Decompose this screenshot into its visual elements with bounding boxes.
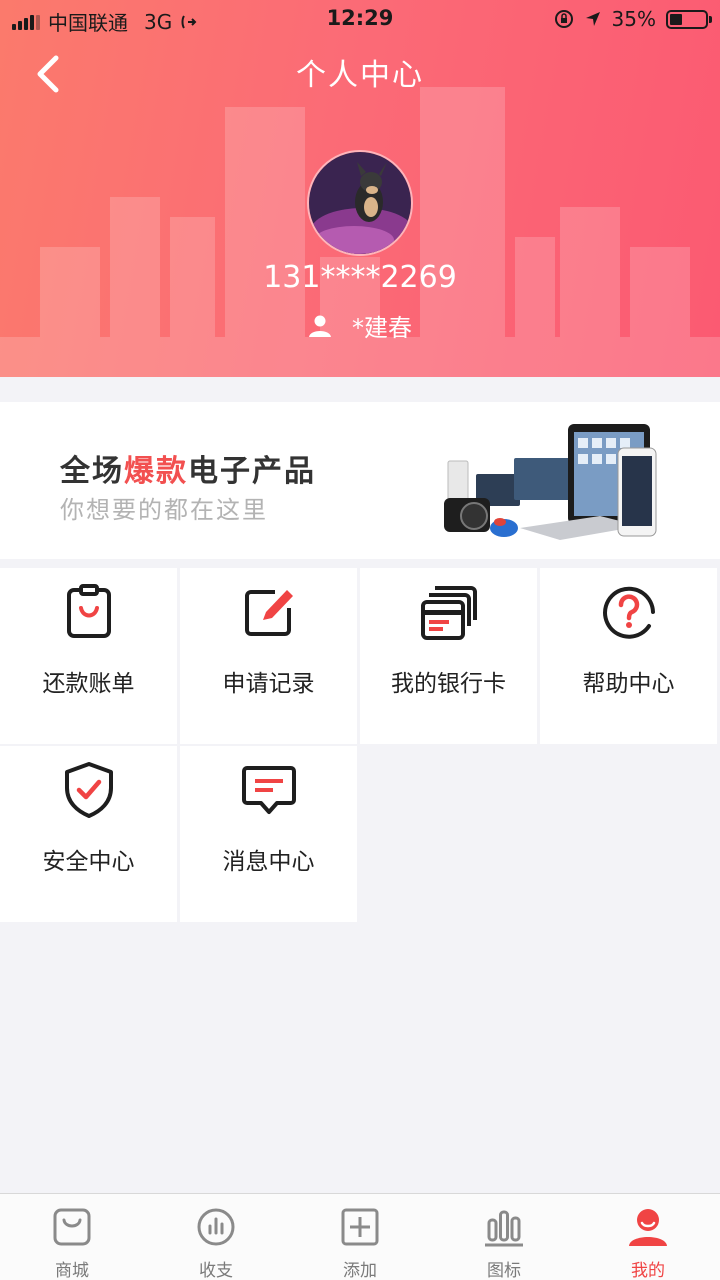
tab-label: 我的 [631,1261,665,1280]
avatar-image [309,152,411,254]
bank-card-icon [420,586,477,640]
tab-label: 收支 [199,1261,233,1280]
message-icon [241,766,296,814]
menu-item-repayment-bill[interactable]: 还款账单 [0,568,177,744]
edit-icon [244,590,293,636]
user-icon [629,1209,667,1246]
bar-chart-icon [485,1210,523,1247]
banner-title-pre: 全场 [60,454,124,489]
menu-item-label: 我的银行卡 [391,671,506,697]
banner-title-highlight: 爆款 [124,454,188,489]
menu-item-label: 消息中心 [222,849,315,875]
phone-number: 131****2269 [263,260,457,295]
tab-label: 图标 [487,1261,521,1280]
menu-item-my-bank-card[interactable]: 我的银行卡 [360,568,537,744]
tab-mine[interactable]: 我的 [576,1194,720,1280]
user-name-row: *建春 [0,308,720,343]
tab-label: 添加 [343,1261,377,1280]
battery-percent: 35% [611,7,656,31]
person-icon [309,315,331,337]
promo-banner[interactable]: 全场爆款电子产品 你想要的都在这里 [0,402,720,559]
status-bar: 中国联通 3G 12:29 35% [0,0,720,40]
menu-item-label: 还款账单 [42,671,135,697]
rotation-lock-icon [554,10,573,28]
chart-circle-icon [197,1208,235,1246]
shield-icon [64,762,113,818]
bottom-tab-bar: 商城 收支 添加 图标 我的 [0,1193,720,1280]
clipboard-icon [66,584,111,638]
shop-bag-icon [53,1208,91,1246]
battery-icon [666,9,712,29]
tab-label: 商城 [55,1261,89,1280]
menu-item-label: 安全中心 [42,849,135,875]
add-icon [341,1208,379,1246]
tab-income-expense[interactable]: 收支 [144,1194,288,1280]
menu-item-security-center[interactable]: 安全中心 [0,746,177,922]
menu-item-help-center[interactable]: 帮助中心 [540,568,717,744]
tab-shop[interactable]: 商城 [0,1194,144,1280]
menu-item-label: 帮助中心 [582,671,675,697]
help-icon [602,586,655,639]
electronics-products-image [444,424,657,540]
menu-item-application-records[interactable]: 申请记录 [180,568,357,744]
banner-title-post: 电子产品 [188,454,316,489]
avatar[interactable] [307,150,413,256]
menu-item-label: 申请记录 [222,671,315,697]
location-arrow-icon [585,12,600,26]
page-title: 个人中心 [296,58,424,93]
tab-add[interactable]: 添加 [288,1194,432,1280]
menu-item-message-center[interactable]: 消息中心 [180,746,357,922]
user-name: *建春 [352,314,412,342]
tab-charts[interactable]: 图标 [432,1194,576,1280]
banner-title: 全场爆款电子产品 [60,446,316,490]
banner-subtitle: 你想要的都在这里 [60,496,268,524]
profile-header: 中国联通 3G 12:29 35% 个人中心 131****2269 *建春 [0,0,720,377]
